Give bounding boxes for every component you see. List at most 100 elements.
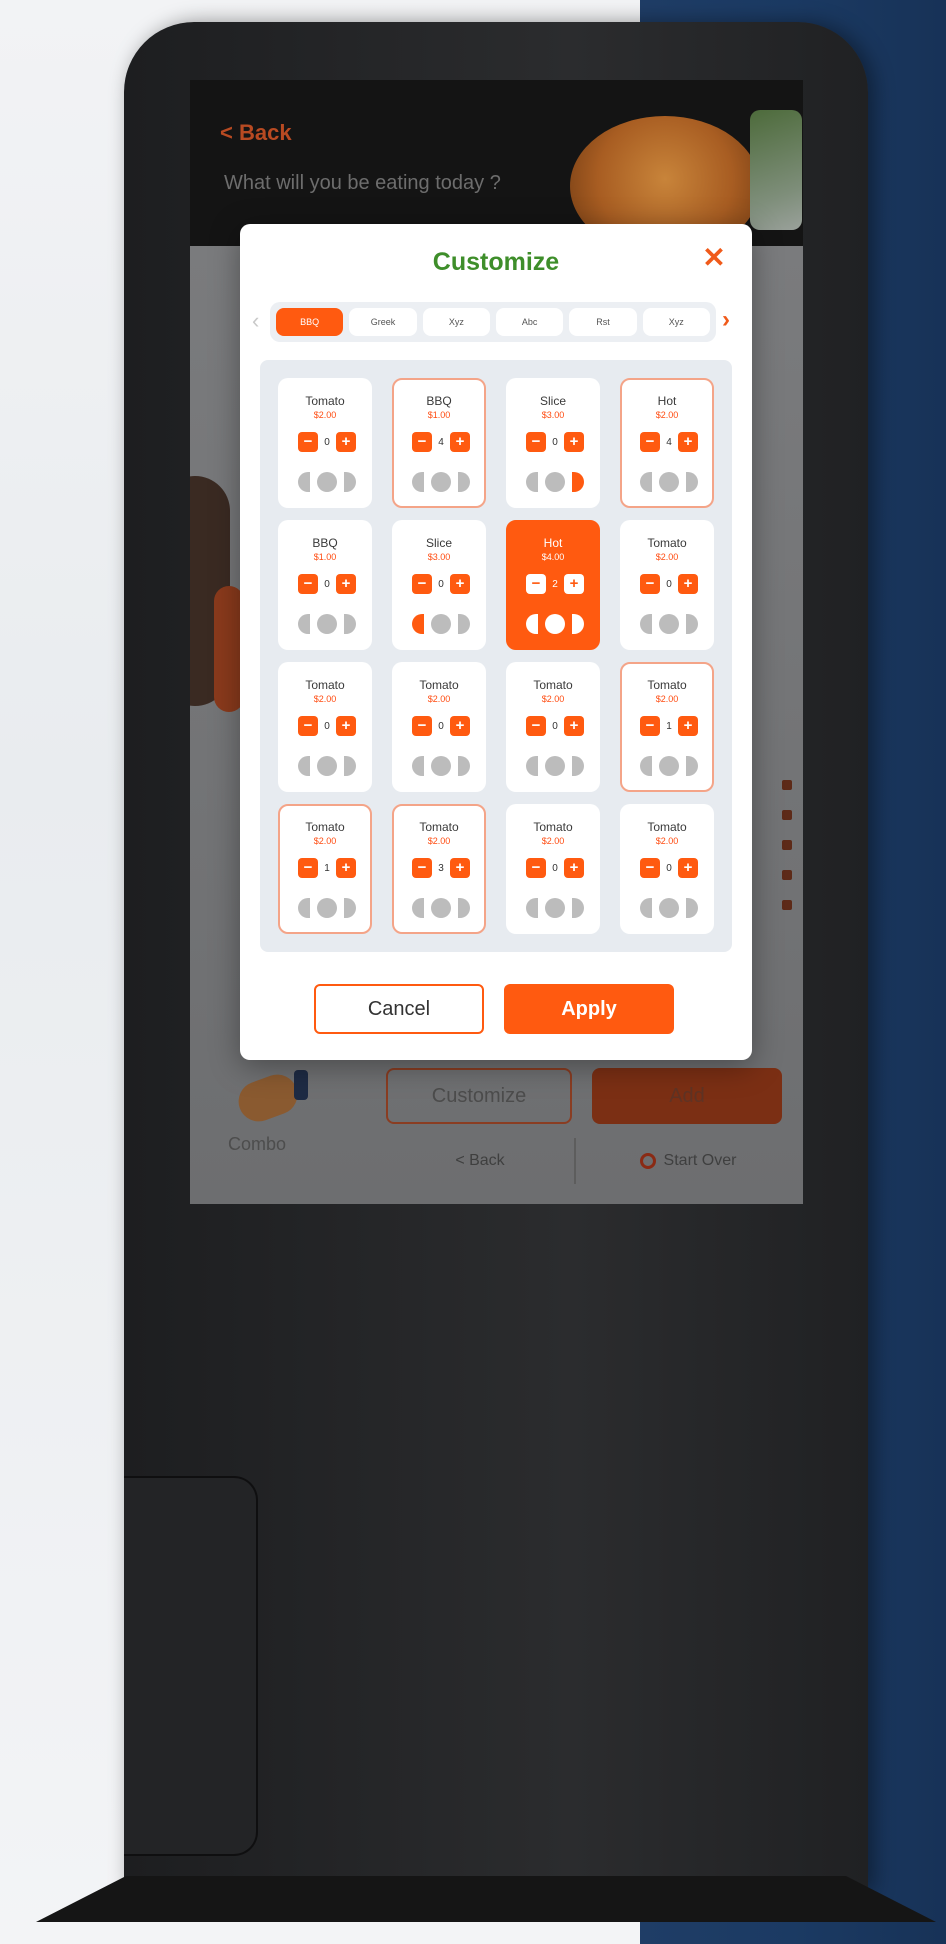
topping-card[interactable]: Tomato $2.00 −1 +: [620, 662, 714, 792]
topping-card[interactable]: Tomato $2.00 −1 +: [278, 804, 372, 934]
right-half-icon[interactable]: [344, 472, 356, 492]
left-half-icon[interactable]: [298, 472, 310, 492]
left-half-icon[interactable]: [298, 756, 310, 776]
tab-item[interactable]: Xyz: [422, 308, 490, 336]
minus-button[interactable]: −: [412, 716, 432, 736]
plus-button[interactable]: +: [336, 858, 356, 878]
minus-button[interactable]: −: [640, 858, 660, 878]
plus-button[interactable]: +: [678, 574, 698, 594]
start-over-button[interactable]: Start Over: [590, 1138, 786, 1184]
whole-icon[interactable]: [659, 472, 679, 492]
whole-icon[interactable]: [431, 898, 451, 918]
minus-button[interactable]: −: [298, 716, 318, 736]
minus-button[interactable]: −: [298, 858, 318, 878]
minus-button[interactable]: −: [526, 716, 546, 736]
whole-icon[interactable]: [317, 614, 337, 634]
right-half-icon[interactable]: [572, 756, 584, 776]
right-half-icon[interactable]: [458, 472, 470, 492]
topping-card[interactable]: Tomato $2.00 −0 +: [506, 804, 600, 934]
whole-icon[interactable]: [431, 614, 451, 634]
minus-button[interactable]: −: [640, 574, 660, 594]
topping-card[interactable]: Tomato $2.00 −0 +: [278, 662, 372, 792]
right-half-icon[interactable]: [572, 898, 584, 918]
topping-card[interactable]: Slice $3.00 −0 +: [506, 378, 600, 508]
plus-button[interactable]: +: [564, 716, 584, 736]
customize-button[interactable]: Customize: [386, 1068, 572, 1124]
topping-card[interactable]: Slice $3.00 −0 +: [392, 520, 486, 650]
right-half-icon[interactable]: [572, 614, 584, 634]
tab-item[interactable]: Rst: [569, 308, 637, 336]
topping-card[interactable]: Tomato $2.00 −0 +: [620, 804, 714, 934]
left-half-icon[interactable]: [412, 756, 424, 776]
left-half-icon[interactable]: [640, 756, 652, 776]
right-half-icon[interactable]: [572, 472, 584, 492]
left-half-icon[interactable]: [298, 614, 310, 634]
topping-card[interactable]: Hot $2.00 −4 +: [620, 378, 714, 508]
left-half-icon[interactable]: [412, 898, 424, 918]
whole-icon[interactable]: [545, 756, 565, 776]
plus-button[interactable]: +: [336, 574, 356, 594]
whole-icon[interactable]: [659, 898, 679, 918]
minus-button[interactable]: −: [526, 432, 546, 452]
whole-icon[interactable]: [317, 756, 337, 776]
left-half-icon[interactable]: [526, 614, 538, 634]
whole-icon[interactable]: [431, 756, 451, 776]
minus-button[interactable]: −: [412, 574, 432, 594]
topping-card[interactable]: BBQ $1.00 −4 +: [392, 378, 486, 508]
cancel-button[interactable]: Cancel: [314, 984, 484, 1034]
minus-button[interactable]: −: [298, 574, 318, 594]
whole-icon[interactable]: [545, 472, 565, 492]
minus-button[interactable]: −: [640, 716, 660, 736]
plus-button[interactable]: +: [564, 432, 584, 452]
right-half-icon[interactable]: [458, 898, 470, 918]
minus-button[interactable]: −: [526, 574, 546, 594]
left-half-icon[interactable]: [526, 898, 538, 918]
left-half-icon[interactable]: [526, 756, 538, 776]
minus-button[interactable]: −: [640, 432, 660, 452]
tab-item[interactable]: Abc: [495, 308, 564, 336]
left-half-icon[interactable]: [640, 472, 652, 492]
topping-card[interactable]: Tomato $2.00 −0 +: [506, 662, 600, 792]
minus-button[interactable]: −: [412, 858, 432, 878]
add-button[interactable]: Add: [592, 1068, 782, 1124]
plus-button[interactable]: +: [450, 432, 470, 452]
right-half-icon[interactable]: [344, 898, 356, 918]
plus-button[interactable]: +: [336, 432, 356, 452]
tab-item[interactable]: Greek: [349, 308, 417, 336]
whole-icon[interactable]: [317, 472, 337, 492]
whole-icon[interactable]: [545, 614, 565, 634]
left-half-icon[interactable]: [412, 614, 424, 634]
plus-button[interactable]: +: [450, 716, 470, 736]
plus-button[interactable]: +: [564, 858, 584, 878]
topping-card[interactable]: Tomato $2.00 −0 +: [392, 662, 486, 792]
right-half-icon[interactable]: [686, 756, 698, 776]
plus-button[interactable]: +: [678, 716, 698, 736]
plus-button[interactable]: +: [450, 574, 470, 594]
left-half-icon[interactable]: [526, 472, 538, 492]
whole-icon[interactable]: [545, 898, 565, 918]
right-half-icon[interactable]: [344, 756, 356, 776]
close-icon[interactable]: ✕: [700, 244, 728, 272]
minus-button[interactable]: −: [526, 858, 546, 878]
topping-card[interactable]: Tomato $2.00 −3 +: [392, 804, 486, 934]
right-half-icon[interactable]: [686, 898, 698, 918]
right-half-icon[interactable]: [458, 756, 470, 776]
chevron-left-icon[interactable]: ‹: [252, 308, 259, 334]
tab-item[interactable]: Xyz: [642, 308, 710, 336]
chevron-right-icon[interactable]: ›: [722, 306, 730, 334]
apply-button[interactable]: Apply: [504, 984, 674, 1034]
topping-card[interactable]: BBQ $1.00 −0 +: [278, 520, 372, 650]
right-half-icon[interactable]: [344, 614, 356, 634]
plus-button[interactable]: +: [678, 432, 698, 452]
right-half-icon[interactable]: [458, 614, 470, 634]
tab-item[interactable]: BBQ: [276, 308, 344, 336]
whole-icon[interactable]: [317, 898, 337, 918]
left-half-icon[interactable]: [412, 472, 424, 492]
right-half-icon[interactable]: [686, 472, 698, 492]
topping-card[interactable]: Hot $4.00 −2 +: [506, 520, 600, 650]
left-half-icon[interactable]: [298, 898, 310, 918]
left-half-icon[interactable]: [640, 898, 652, 918]
topping-card[interactable]: Tomato $2.00 −0 +: [278, 378, 372, 508]
left-half-icon[interactable]: [640, 614, 652, 634]
whole-icon[interactable]: [659, 756, 679, 776]
